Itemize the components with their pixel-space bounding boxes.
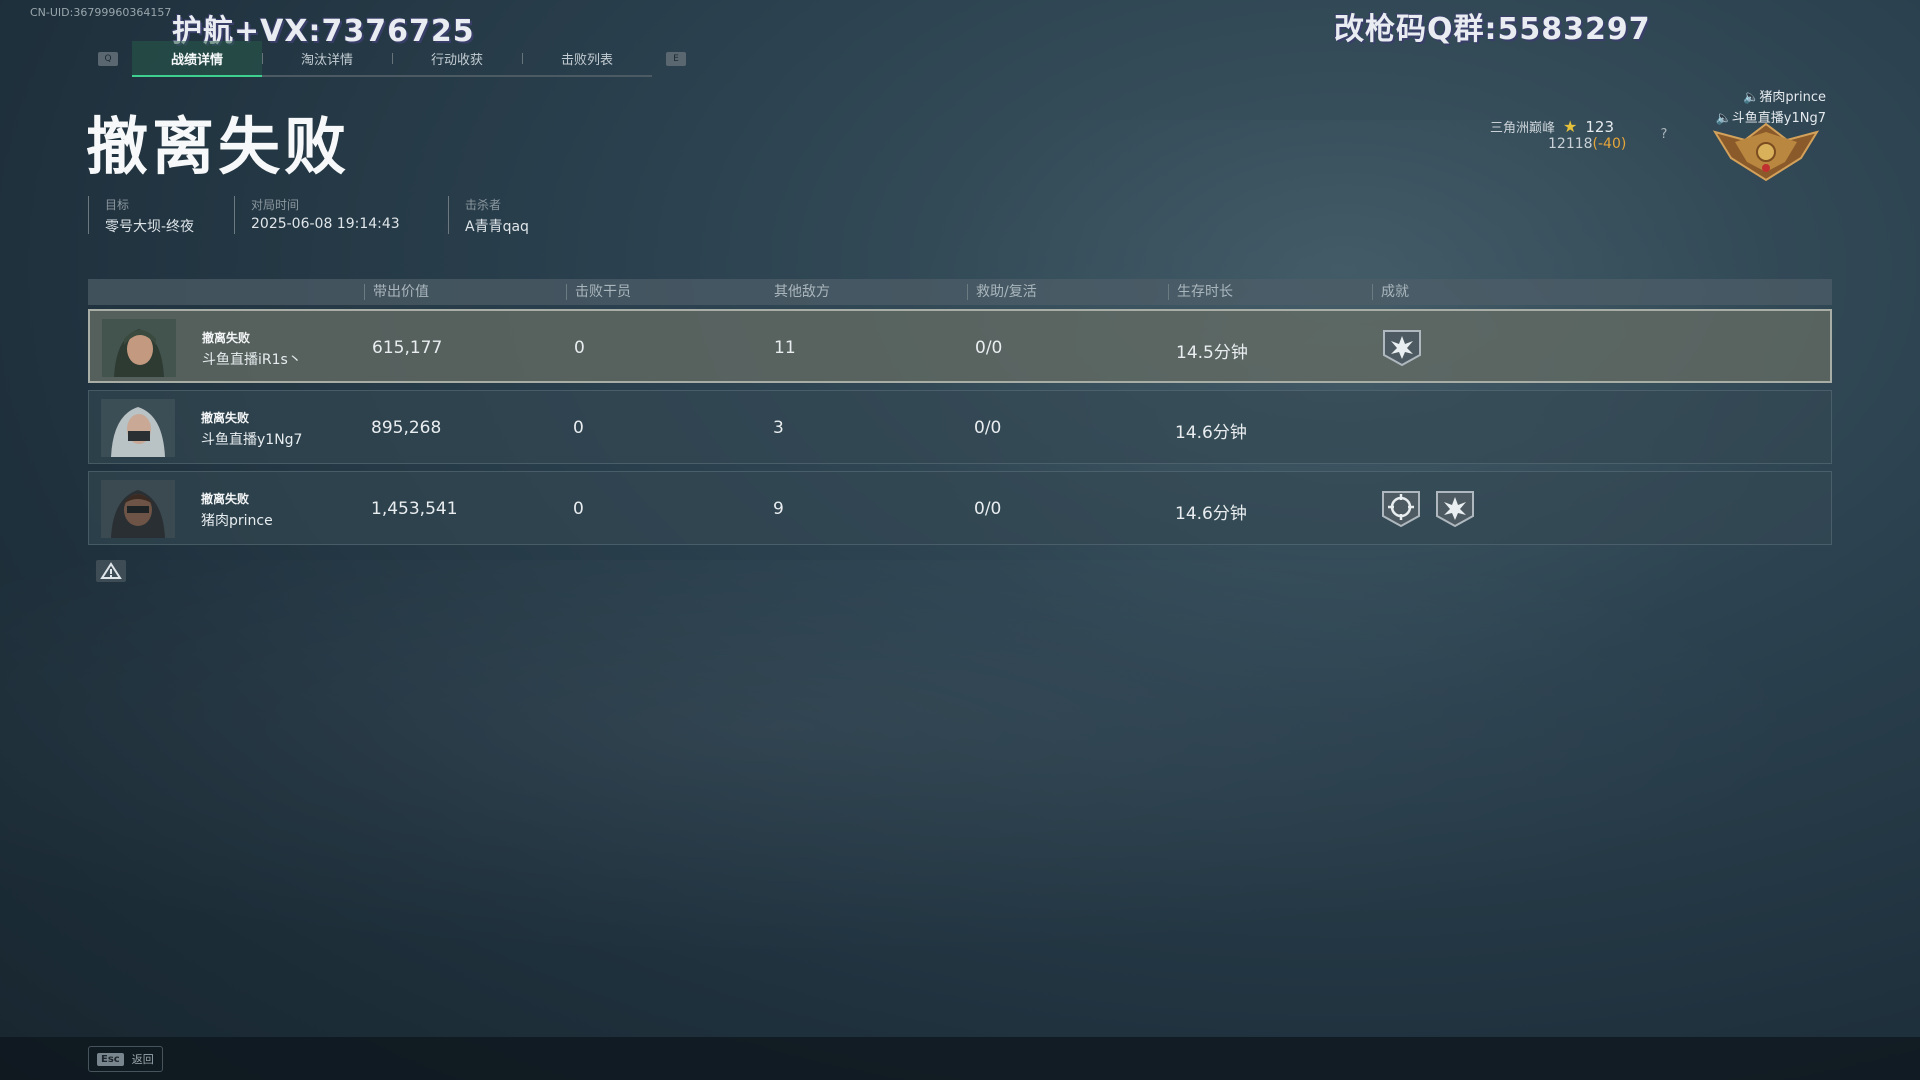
cell-survival: 14.6分钟 xyxy=(1175,504,1247,524)
col-header-assist: 救助/复活 xyxy=(967,284,1037,300)
tab-elimination-details[interactable]: 淘汰详情 xyxy=(262,41,392,75)
cell-value: 1,453,541 xyxy=(371,499,458,519)
cell-kills: 0 xyxy=(573,499,584,519)
info-time-label: 对局时间 xyxy=(251,198,300,212)
cell-survival: 14.5分钟 xyxy=(1176,343,1248,363)
star-icon: ★ xyxy=(1563,117,1578,136)
info-target-value: 零号大坝-终夜 xyxy=(105,219,195,235)
col-header-kills: 击败干员 xyxy=(566,284,631,300)
cell-kills: 0 xyxy=(574,338,585,358)
tab-strip: 战绩详情 淘汰详情 行动收获 击败列表 xyxy=(132,41,652,77)
back-button[interactable]: Esc 返回 xyxy=(88,1046,163,1072)
page-title: 撤离失败 xyxy=(86,110,351,183)
col-header-other-enemies: 其他敌方 xyxy=(774,284,830,300)
esc-key: Esc xyxy=(97,1052,124,1066)
speaker-icon: 🔈 xyxy=(1743,90,1760,105)
cell-value: 895,268 xyxy=(371,418,442,438)
uid-label: CN-UID:36799960364157 xyxy=(30,6,172,19)
rank-info: 三角洲巅峰 ★ 123 xyxy=(1490,117,1614,136)
prev-tab-key[interactable]: Q xyxy=(98,52,118,66)
bottom-bar xyxy=(0,1037,1920,1080)
voice-item: 🔈猪肉prince xyxy=(1690,86,1826,105)
cell-survival: 14.6分钟 xyxy=(1175,423,1247,443)
avatar xyxy=(101,399,175,457)
table-row[interactable]: 撤离失败 猪肉prince 1,453,541 0 9 0/0 14.6分钟 xyxy=(88,471,1832,545)
cell-other-enemies: 11 xyxy=(774,338,796,358)
info-target-label: 目标 xyxy=(105,198,130,212)
table-row[interactable]: 撤离失败 斗鱼直播y1Ng7 895,268 0 3 0/0 14.6分钟 xyxy=(88,390,1832,464)
col-header-survival: 生存时长 xyxy=(1168,284,1233,300)
voice-player-name: 猪肉prince xyxy=(1759,90,1826,105)
cell-assist: 0/0 xyxy=(975,338,1003,358)
rank-delta: (-40) xyxy=(1592,136,1627,152)
info-time-value: 2025-06-08 19:14:43 xyxy=(251,216,400,232)
player-status: 撤离失败 xyxy=(201,411,250,425)
achievement-starburst-icon[interactable] xyxy=(1380,325,1424,369)
report-icon[interactable] xyxy=(96,560,126,582)
tab-defeat-list[interactable]: 击败列表 xyxy=(522,41,652,75)
player-name: 猪肉prince xyxy=(201,513,273,529)
rank-name: 三角洲巅峰 xyxy=(1490,121,1556,136)
cell-assist: 0/0 xyxy=(974,418,1002,438)
tab-record-details[interactable]: 战绩详情 xyxy=(132,41,262,77)
cell-kills: 0 xyxy=(573,418,584,438)
player-name: 斗鱼直播iR1s丶 xyxy=(202,352,302,368)
achievement-starburst-icon[interactable] xyxy=(1433,486,1477,530)
rank-score-line: 12118(-40) xyxy=(1548,136,1626,152)
col-header-achievements: 成就 xyxy=(1372,284,1409,300)
info-killer-label: 击杀者 xyxy=(465,198,502,212)
info-time: 对局时间 2025-06-08 19:14:43 xyxy=(234,196,400,234)
tab-bar: Q 战绩详情 淘汰详情 行动收获 击败列表 E xyxy=(84,41,700,77)
rank-stars: 123 xyxy=(1585,117,1614,136)
next-tab-key[interactable]: E xyxy=(666,52,686,66)
info-killer-value: A青青qaq xyxy=(465,219,529,235)
rank-emblem-icon xyxy=(1712,122,1820,182)
cell-other-enemies: 3 xyxy=(773,418,784,438)
info-target: 目标 零号大坝-终夜 xyxy=(88,196,195,235)
back-label: 返回 xyxy=(131,1053,154,1066)
info-killer: 击杀者 A青青qaq xyxy=(448,196,529,235)
col-header-value: 带出价值 xyxy=(364,284,429,300)
cell-assist: 0/0 xyxy=(974,499,1002,519)
avatar xyxy=(101,480,175,538)
table-header: 带出价值 击败干员 其他敌方 救助/复活 生存时长 成就 xyxy=(88,279,1832,305)
player-status: 撤离失败 xyxy=(201,492,250,506)
cell-value: 615,177 xyxy=(372,338,443,358)
player-name: 斗鱼直播y1Ng7 xyxy=(201,432,303,448)
avatar xyxy=(102,319,176,377)
watermark-right: 改枪码Q群:5583297 xyxy=(1334,12,1651,47)
achievement-target-icon[interactable] xyxy=(1379,486,1423,530)
player-status: 撤离失败 xyxy=(202,331,251,345)
tab-action-gains[interactable]: 行动收获 xyxy=(392,41,522,75)
cell-other-enemies: 9 xyxy=(773,499,784,519)
help-icon[interactable]: ? xyxy=(1655,126,1673,144)
results-table: 带出价值 击败干员 其他敌方 救助/复活 生存时长 成就 撤离失败 斗鱼直播iR… xyxy=(88,279,1832,545)
table-row[interactable]: 撤离失败 斗鱼直播iR1s丶 615,177 0 11 0/0 14.5分钟 xyxy=(88,309,1832,383)
rank-score: 12118 xyxy=(1548,136,1593,152)
